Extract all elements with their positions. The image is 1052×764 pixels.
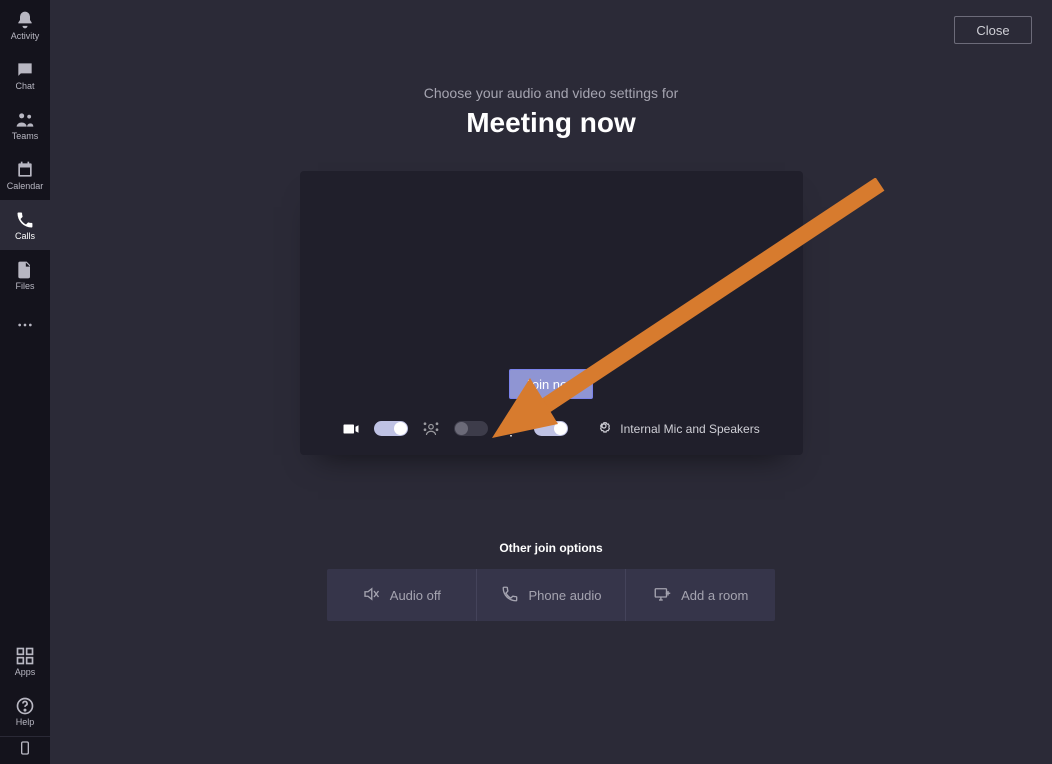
main-area: Close Choose your audio and video settin…: [50, 0, 1052, 764]
sidebar-item-chat[interactable]: Chat: [0, 50, 50, 100]
apps-icon: [15, 646, 35, 666]
option-label: Audio off: [390, 588, 441, 603]
audio-off-icon: [362, 585, 380, 606]
phone-audio-icon: [501, 585, 519, 606]
app-sidebar: Activity Chat Teams Calendar Calls: [0, 0, 50, 764]
files-icon: [15, 260, 35, 280]
more-icon: [15, 323, 35, 327]
join-now-label: Join now: [525, 377, 576, 392]
heading-title: Meeting now: [424, 107, 679, 139]
sidebar-item-calls[interactable]: Calls: [0, 200, 50, 250]
add-room-icon: [653, 585, 671, 606]
sidebar-item-apps[interactable]: Apps: [0, 636, 50, 686]
teams-icon: [15, 110, 35, 130]
sidebar-item-label: Activity: [11, 32, 40, 41]
video-icon: [342, 420, 360, 438]
sidebar-item-calendar[interactable]: Calendar: [0, 150, 50, 200]
device-label: Internal Mic and Speakers: [620, 422, 759, 436]
option-label: Add a room: [681, 588, 748, 603]
sidebar-item-label: Calendar: [7, 182, 44, 191]
background-blur-icon: [422, 420, 440, 438]
option-phone-audio[interactable]: Phone audio: [476, 569, 626, 621]
device-icon: [17, 740, 33, 761]
sidebar-item-more[interactable]: [0, 300, 50, 350]
sidebar-item-files[interactable]: Files: [0, 250, 50, 300]
other-options-bar: Audio off Phone audio Add a room: [327, 569, 775, 621]
chat-icon: [15, 60, 35, 80]
microphone-toggle[interactable]: [534, 421, 568, 436]
background-blur-toggle[interactable]: [454, 421, 488, 436]
help-icon: [15, 696, 35, 716]
device-settings-button[interactable]: Internal Mic and Speakers: [596, 418, 759, 439]
phone-icon: [15, 210, 35, 230]
video-preview-card: Join now Inter: [300, 171, 803, 455]
bell-icon: [15, 10, 35, 30]
heading: Choose your audio and video settings for…: [424, 85, 679, 139]
sidebar-item-label: Apps: [15, 668, 36, 677]
option-audio-off[interactable]: Audio off: [327, 569, 476, 621]
camera-toggle[interactable]: [374, 421, 408, 436]
sidebar-item-activity[interactable]: Activity: [0, 0, 50, 50]
join-now-button[interactable]: Join now: [509, 369, 593, 399]
microphone-icon: [502, 420, 520, 438]
sidebar-item-label: Teams: [12, 132, 39, 141]
option-label: Phone audio: [529, 588, 602, 603]
heading-subtitle: Choose your audio and video settings for: [424, 85, 679, 101]
other-options-title: Other join options: [499, 541, 602, 555]
option-add-room[interactable]: Add a room: [625, 569, 775, 621]
prejoin-controls: Internal Mic and Speakers: [300, 418, 803, 439]
sidebar-item-label: Calls: [15, 232, 35, 241]
device-button[interactable]: [0, 736, 50, 764]
sidebar-item-label: Files: [15, 282, 34, 291]
sidebar-item-teams[interactable]: Teams: [0, 100, 50, 150]
sidebar-item-help[interactable]: Help: [0, 686, 50, 736]
calendar-icon: [15, 160, 35, 180]
sidebar-item-label: Chat: [15, 82, 34, 91]
gear-icon: [596, 418, 612, 439]
sidebar-item-label: Help: [16, 718, 35, 727]
